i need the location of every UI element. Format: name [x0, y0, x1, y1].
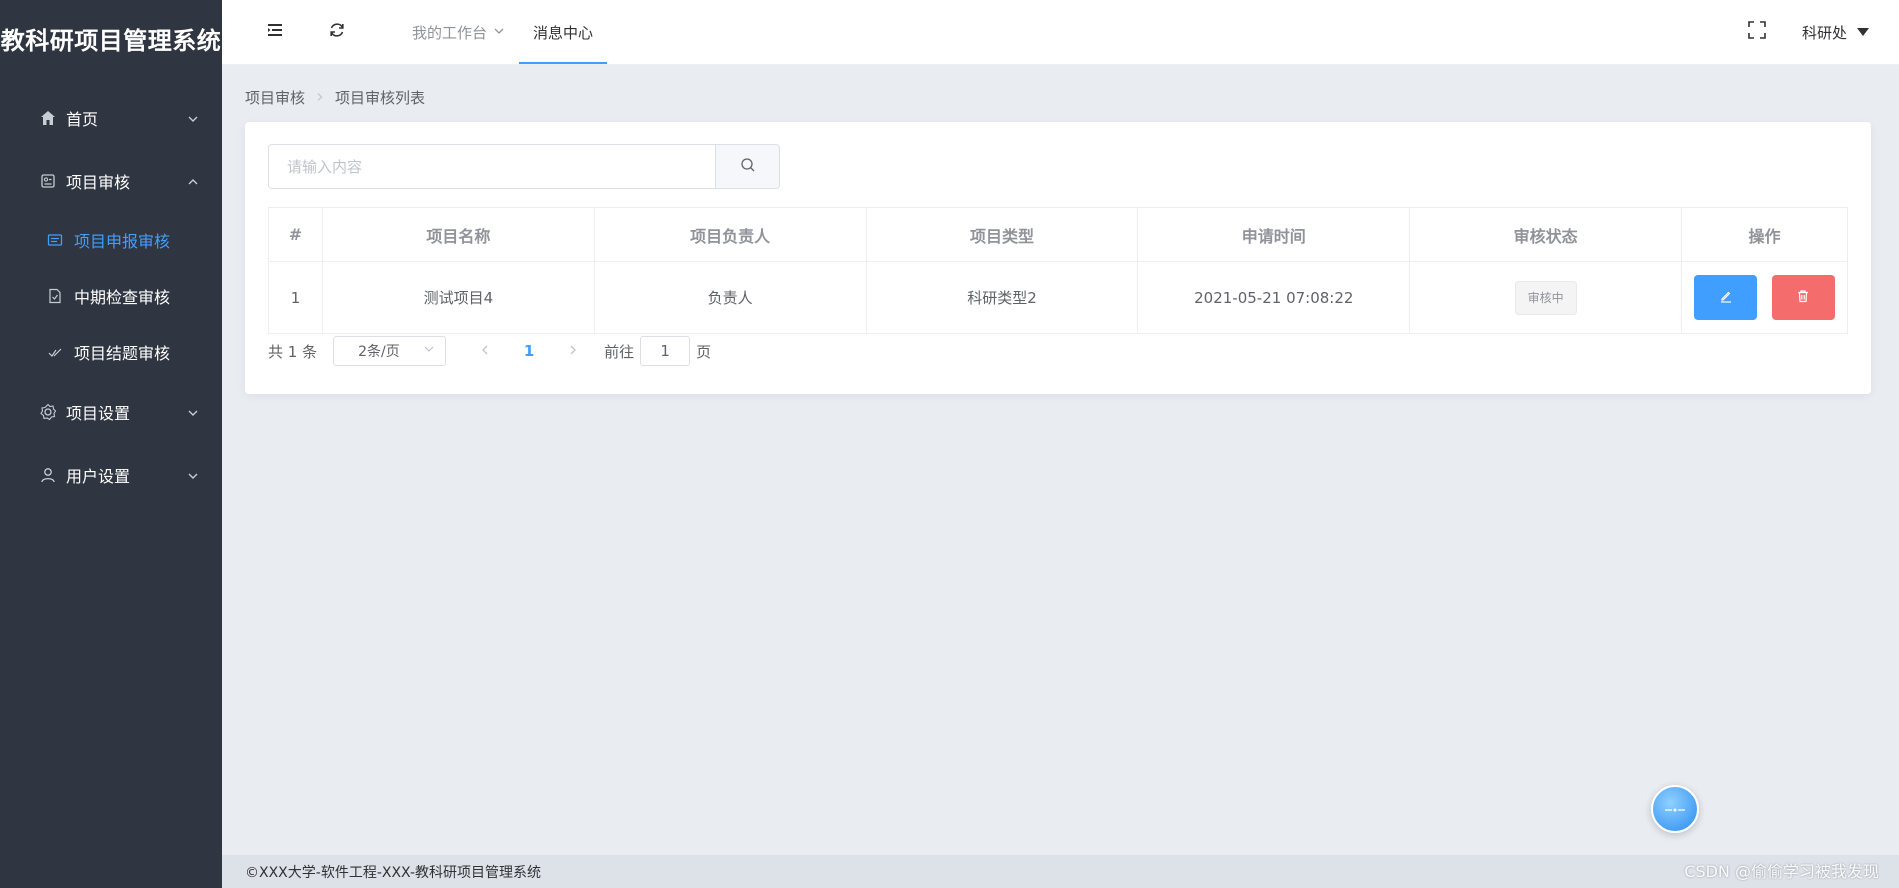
edit-button[interactable]	[1694, 275, 1758, 320]
check-icon	[46, 343, 64, 361]
cell-status: 审核中	[1409, 261, 1683, 334]
refresh-button[interactable]	[306, 0, 368, 64]
goto-page-input[interactable]	[640, 336, 691, 366]
sidebar-item-label: 首页	[66, 109, 99, 129]
collapse-menu-button[interactable]	[244, 0, 306, 64]
page-size-select[interactable]: 2条/页	[333, 336, 447, 366]
tab-label: 消息中心	[533, 23, 594, 42]
goto-prefix: 前往	[604, 342, 635, 361]
submenu-project-audit: 项目申报审核 中期检查审核 项目结题审核	[0, 212, 222, 380]
chevron-right-icon	[315, 91, 325, 105]
search-icon	[740, 157, 756, 177]
sidebar-item-home[interactable]: 首页	[0, 86, 222, 149]
column-header: 项目类型	[865, 207, 1139, 262]
sidebar: 教科研项目管理系统 首页 项目审核 项目申报审核 中期检查审核 项目结题审核 项…	[0, 0, 222, 888]
gear-icon	[38, 402, 58, 422]
home-icon	[38, 108, 58, 128]
chevron-down-icon	[186, 405, 200, 419]
trash-icon	[1796, 289, 1810, 307]
column-header: 项目名称	[321, 207, 595, 262]
sidebar-item-label: 项目结题审核	[74, 344, 171, 363]
sidebar-item-project-settings[interactable]: 项目设置	[0, 380, 222, 443]
search-button[interactable]	[715, 145, 779, 188]
chevron-down-icon	[186, 111, 200, 125]
app-title: 教科研项目管理系统	[0, 26, 222, 55]
edit-icon	[1719, 289, 1733, 307]
goto-page: 前往 页	[604, 336, 711, 366]
breadcrumb-current: 项目审核列表	[335, 89, 426, 107]
table-header-row: # 项目名称 项目负责人 项目类型 申请时间 审核状态 操作	[268, 207, 1848, 262]
page-number[interactable]: 1	[500, 342, 558, 360]
sidebar-item-label: 项目审核	[66, 172, 131, 192]
sidebar-item-label: 项目设置	[66, 403, 131, 423]
project-audit-table: # 项目名称 项目负责人 项目类型 申请时间 审核状态 操作 1 测试项目4 负…	[268, 207, 1848, 334]
audit-icon	[38, 171, 58, 191]
caret-down-icon	[1857, 28, 1869, 36]
fullscreen-button[interactable]	[1732, 0, 1782, 65]
chevron-down-icon	[423, 343, 435, 359]
status-badge: 审核中	[1514, 280, 1577, 315]
list-card: # 项目名称 项目负责人 项目类型 申请时间 审核状态 操作 1 测试项目4 负…	[245, 122, 1871, 394]
app-root: 教科研项目管理系统 首页 项目审核 项目申报审核 中期检查审核 项目结题审核 项…	[0, 0, 1899, 888]
prev-page-button[interactable]	[470, 342, 500, 360]
fullscreen-icon	[1747, 20, 1767, 44]
goto-suffix: 页	[696, 342, 712, 361]
sidebar-item-label: 项目申报审核	[74, 232, 171, 251]
doc-check-icon	[46, 287, 64, 305]
main-content: 项目审核 项目审核列表 #	[222, 65, 1899, 855]
sidebar-item-project-audit[interactable]: 项目审核	[0, 149, 222, 212]
cell-project-name: 测试项目4	[321, 261, 595, 334]
column-header: 操作	[1681, 207, 1848, 262]
cell-index: 1	[268, 261, 323, 334]
tab-message-center[interactable]: 消息中心	[519, 0, 608, 64]
footer: ©XXX大学-软件工程-XXX-教科研项目管理系统	[222, 855, 1899, 888]
sidebar-item-project-declaration-audit[interactable]: 项目申报审核	[0, 212, 222, 268]
chevron-left-icon	[479, 342, 491, 360]
sidebar-item-conclusion-audit[interactable]: 项目结题审核	[0, 324, 222, 380]
cell-apply-time: 2021-05-21 07:08:22	[1137, 261, 1411, 334]
column-header: #	[268, 207, 323, 262]
user-dropdown[interactable]: 科研处	[1802, 22, 1869, 43]
next-page-button[interactable]	[558, 342, 588, 360]
floating-assistant-button[interactable]	[1651, 785, 1699, 833]
footer-text: ©XXX大学-软件工程-XXX-教科研项目管理系统	[245, 864, 542, 881]
tab-label: 我的工作台	[412, 23, 488, 42]
pagination: 共 1 条 2条/页 1 前往 1 页	[268, 335, 711, 367]
column-header: 项目负责人	[593, 207, 867, 262]
top-header: 我的工作台 消息中心 科研处	[222, 0, 1899, 65]
breadcrumb: 项目审核 项目审核列表	[245, 87, 425, 108]
search-input[interactable]	[269, 145, 715, 188]
user-icon	[38, 465, 58, 485]
assistant-icon	[1663, 800, 1687, 819]
sidebar-menu: 首页 项目审核 项目申报审核 中期检查审核 项目结题审核 项目设置 用户设置	[0, 86, 222, 506]
chevron-down-icon	[493, 23, 505, 41]
chevron-up-icon	[186, 174, 200, 188]
search-box	[268, 144, 780, 189]
sidebar-item-midterm-audit[interactable]: 中期检查审核	[0, 268, 222, 324]
sidebar-item-label: 用户设置	[66, 466, 131, 486]
sidebar-item-user-settings[interactable]: 用户设置	[0, 443, 222, 506]
cell-type: 科研类型2	[865, 261, 1139, 334]
column-header: 申请时间	[1137, 207, 1411, 262]
cell-actions	[1681, 261, 1848, 334]
sidebar-item-label: 中期检查审核	[74, 288, 171, 307]
pagination-total: 共 1 条	[268, 342, 318, 361]
menu-fold-icon	[266, 21, 284, 43]
user-name: 科研处	[1801, 23, 1847, 42]
breadcrumb-item[interactable]: 项目审核	[245, 87, 305, 108]
delete-button[interactable]	[1771, 275, 1835, 320]
page-size-value: 2条/页	[358, 344, 400, 360]
column-header: 审核状态	[1409, 207, 1683, 262]
list-icon	[46, 231, 64, 249]
chevron-down-icon	[186, 468, 200, 482]
cell-owner: 负责人	[593, 261, 867, 334]
table-row: 1 测试项目4 负责人 科研类型2 2021-05-21 07:08:22 审核…	[268, 261, 1848, 334]
chevron-right-icon	[567, 342, 579, 360]
tab-workbench[interactable]: 我的工作台	[398, 0, 519, 64]
refresh-icon	[328, 21, 346, 43]
watermark: CSDN @偷偷学习被我发现	[1684, 862, 1879, 881]
